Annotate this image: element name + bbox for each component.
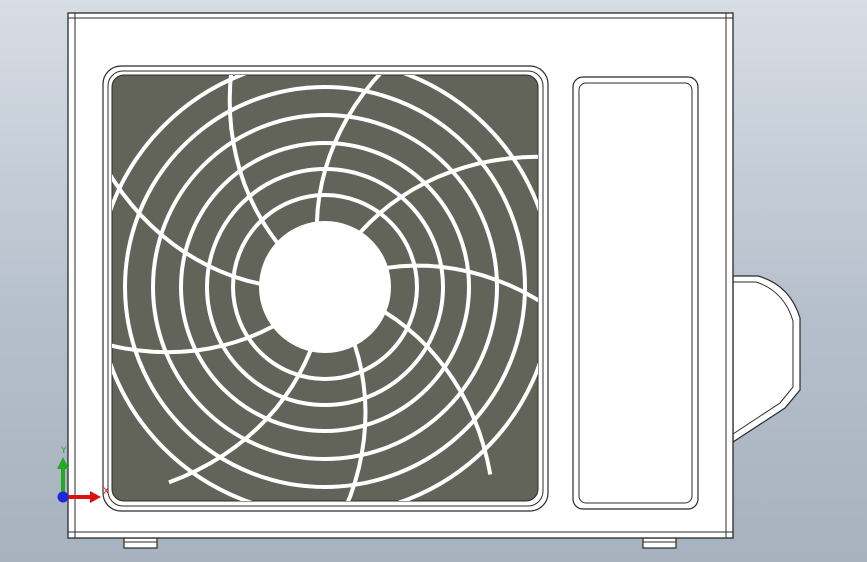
cad-viewport[interactable]: Y X: [0, 0, 867, 562]
right-foot: [642, 537, 677, 549]
y-axis-label: Y: [60, 446, 67, 456]
outdoor-unit-drawing: Y X: [57, 12, 801, 549]
service-panel: [572, 76, 699, 510]
fan-grille: [111, 74, 539, 502]
side-valve-cover: [732, 275, 801, 444]
left-foot: [123, 537, 158, 549]
fan-hub: [259, 221, 391, 353]
x-axis-label: X: [103, 487, 109, 497]
origin-marker: [57, 491, 69, 503]
